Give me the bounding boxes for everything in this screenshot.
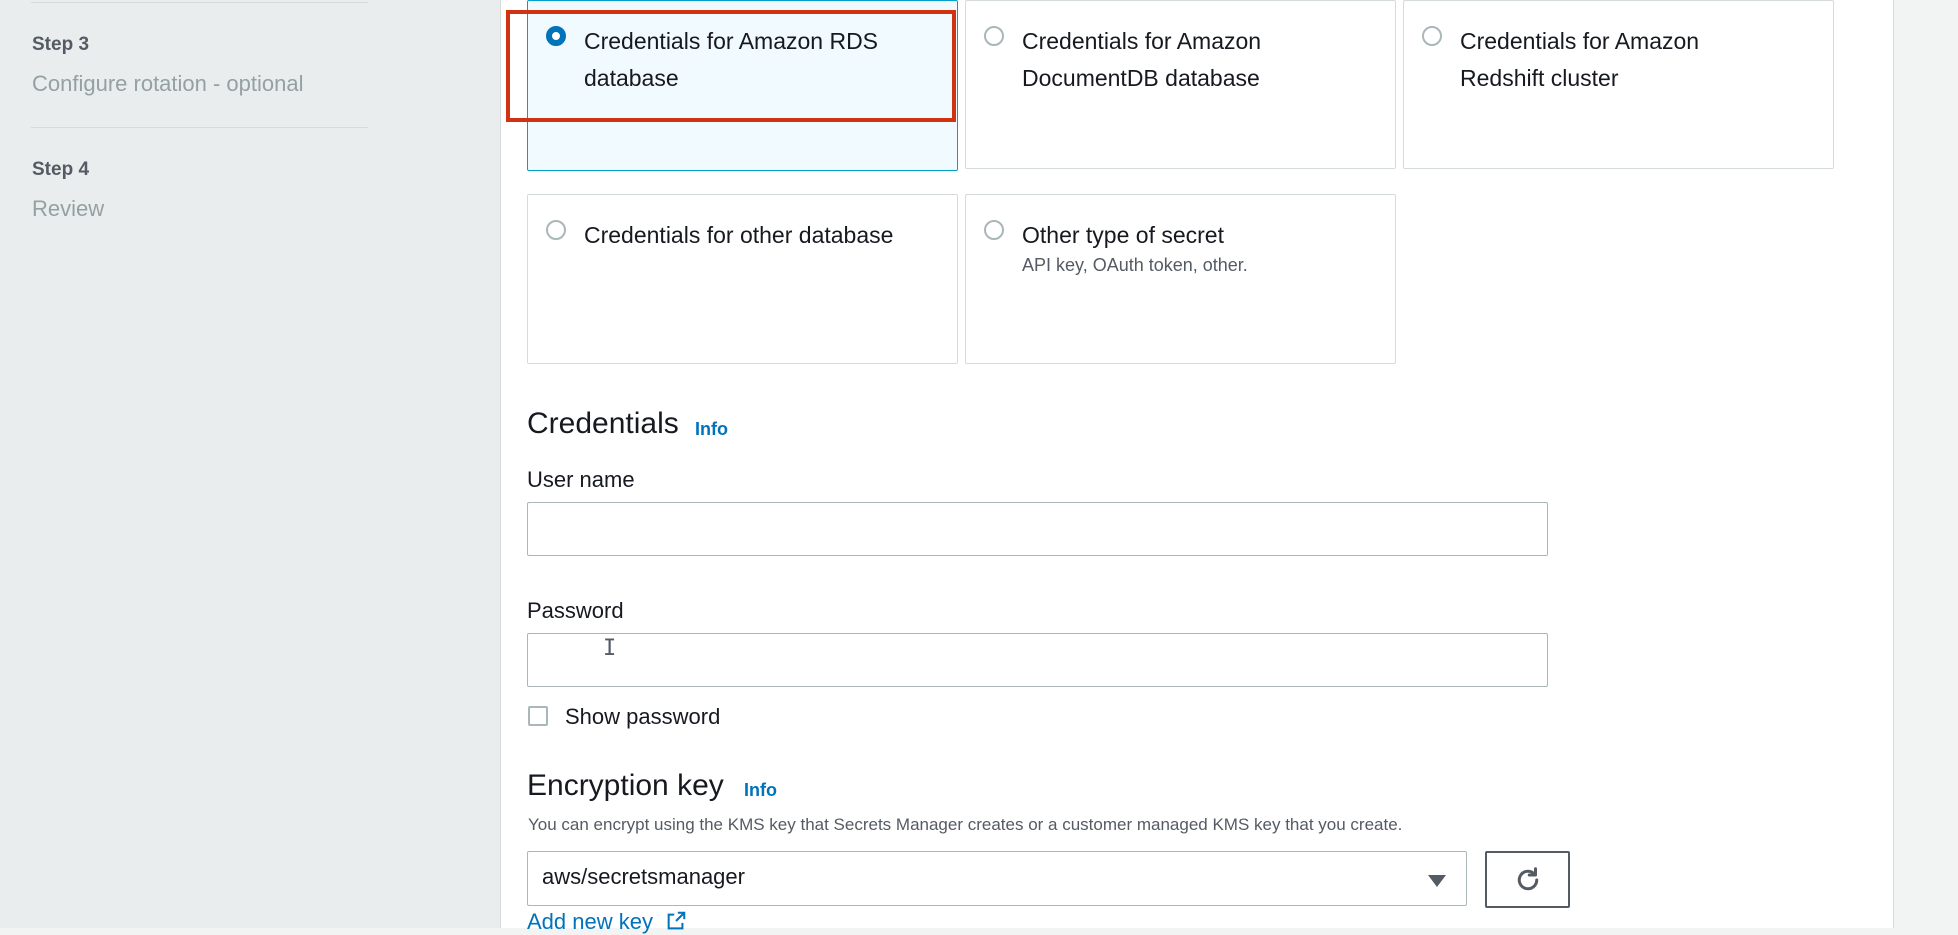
show-password-checkbox[interactable] <box>528 706 548 726</box>
caret-down-icon <box>1428 875 1446 887</box>
step-3-link[interactable]: Configure rotation - optional <box>32 71 304 97</box>
secret-type-other-secret-description: API key, OAuth token, other. <box>1022 255 1248 275</box>
secret-type-redshift-tile[interactable]: Credentials for Amazon Redshift cluster <box>1403 0 1834 169</box>
nav-divider <box>31 127 368 128</box>
refresh-icon <box>1517 866 1538 890</box>
step-3-number: Step 3 <box>32 34 90 55</box>
encryption-key-heading: Encryption key <box>527 769 724 802</box>
credentials-heading: Credentials <box>527 407 679 440</box>
username-label: User name <box>527 467 635 492</box>
refresh-keys-button[interactable] <box>1485 851 1570 908</box>
password-label: Password <box>527 598 624 623</box>
add-new-key-link[interactable]: Add new key <box>527 909 687 935</box>
wizard-step-nav: Step 3 Configure rotation - optional Ste… <box>0 0 500 928</box>
username-input[interactable] <box>527 502 1548 556</box>
secret-type-rds-radio[interactable] <box>546 26 566 46</box>
right-gutter <box>1893 0 1958 928</box>
secret-type-documentdb-label-line2: DocumentDB database <box>1022 65 1260 91</box>
secret-type-redshift-label-line2: Redshift cluster <box>1460 65 1619 91</box>
text-cursor-icon: I <box>603 636 617 661</box>
encryption-key-description: You can encrypt using the KMS key that S… <box>528 815 1403 834</box>
secret-type-other-secret-tile[interactable]: Other type of secret API key, OAuth toke… <box>965 194 1396 364</box>
encryption-key-selected-value: aws/secretsmanager <box>542 864 745 889</box>
secret-type-redshift-label-line1: Credentials for Amazon <box>1460 28 1700 54</box>
secret-type-other-database-label: Credentials for other database <box>584 222 894 248</box>
secret-type-documentdb-label-line1: Credentials for Amazon <box>1022 28 1262 54</box>
nav-divider <box>31 2 368 3</box>
secret-type-other-secret-radio[interactable] <box>984 220 1004 240</box>
encryption-key-info-link[interactable]: Info <box>744 780 777 801</box>
credentials-info-link[interactable]: Info <box>695 419 728 440</box>
external-link-icon <box>667 911 686 930</box>
secret-type-rds-label-line1: Credentials for Amazon RDS <box>584 28 879 54</box>
secret-type-rds-label-line2: database <box>584 65 679 91</box>
encryption-key-select[interactable]: aws/secretsmanager <box>527 851 1467 906</box>
secret-type-other-database-radio[interactable] <box>546 220 566 240</box>
secret-type-documentdb-tile[interactable]: Credentials for Amazon DocumentDB databa… <box>965 0 1396 169</box>
step-4-link[interactable]: Review <box>32 196 104 222</box>
secret-type-redshift-radio[interactable] <box>1422 26 1442 46</box>
secret-type-other-secret-label: Other type of secret <box>1022 222 1224 248</box>
secret-type-other-database-tile[interactable]: Credentials for other database <box>527 194 958 364</box>
secret-type-documentdb-radio[interactable] <box>984 26 1004 46</box>
password-input[interactable] <box>527 633 1548 687</box>
secret-type-rds-tile[interactable]: Credentials for Amazon RDS database <box>527 0 958 171</box>
step-4-number: Step 4 <box>32 159 90 180</box>
show-password-label[interactable]: Show password <box>565 704 720 730</box>
add-new-key-label: Add new key <box>527 909 653 934</box>
